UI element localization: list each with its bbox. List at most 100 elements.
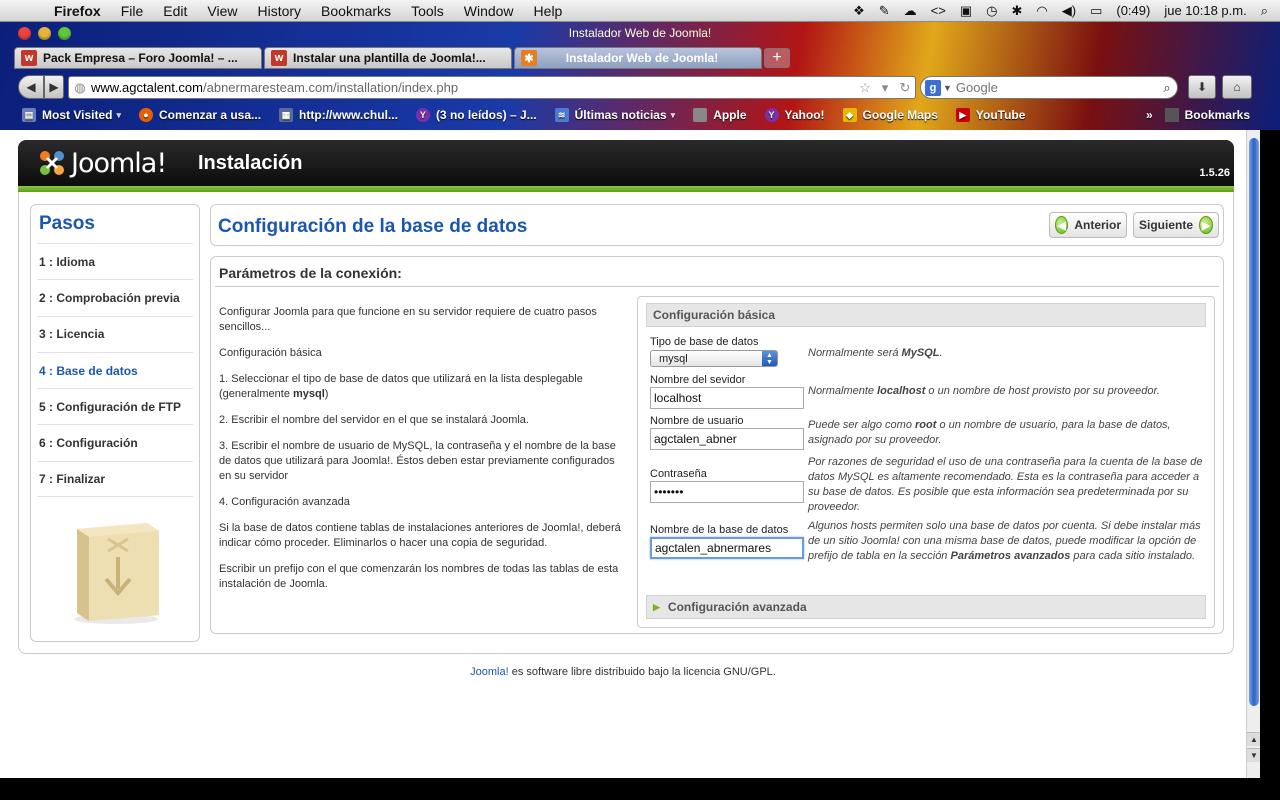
db-type-select[interactable]: mysql ▲ ▼ [650, 350, 778, 367]
bookmark-yahoo-mail[interactable]: Y (3 no leídos) – J... [415, 108, 537, 122]
tab-instalador-web[interactable]: ✱ Instalador Web de Joomla! [514, 47, 762, 69]
menu-firefox[interactable]: Firefox [44, 3, 111, 19]
anterior-button[interactable]: ◀ Anterior [1049, 212, 1127, 238]
browser-chrome: Instalador Web de Joomla! w Pack Empresa… [0, 22, 1280, 130]
bookmark-google-maps[interactable]: ◆ Google Maps [842, 108, 938, 122]
bookmark-chul[interactable]: ▦ http://www.chul... [279, 108, 398, 122]
anterior-label: Anterior [1074, 218, 1121, 232]
joomla-link[interactable]: Joomla! [470, 666, 509, 678]
siguiente-button[interactable]: Siguiente ▶ [1133, 212, 1219, 238]
bookmark-most-visited[interactable]: ▤ Most Visited ▾ [22, 108, 121, 122]
chevron-down-icon: ▾ [670, 109, 676, 120]
vertical-scrollbar[interactable]: ▲ ▼ [1246, 130, 1261, 778]
select-arrows-icon: ▲ ▼ [762, 351, 777, 366]
navigation-bar: ◀ ▶ ◍ www.agctalent.com/abnermaresteam.c… [0, 72, 1280, 102]
page-viewport: Joomla! Instalación 1.5.26 Pasos 1 : Idi… [0, 130, 1246, 778]
server-input[interactable] [650, 387, 804, 409]
tab-strip: w Pack Empresa – Foro Joomla! – ... w In… [0, 46, 1280, 70]
back-button[interactable]: ◀ [18, 75, 44, 99]
globe-icon[interactable]: ◍ [69, 80, 91, 96]
downloads-button[interactable]: ⬇ [1188, 75, 1216, 99]
box-icon[interactable]: ▣ [960, 3, 972, 19]
search-icon[interactable]: ⌕ [1157, 80, 1177, 96]
wifi-icon[interactable]: ◠ [1036, 3, 1047, 19]
help-bold: localhost [877, 385, 926, 397]
help-text: Normalmente será [808, 347, 902, 359]
username-label: Nombre de usuario [650, 415, 744, 427]
battery-icon[interactable]: ▭ [1090, 3, 1102, 19]
tab-instalar-plantilla[interactable]: w Instalar una plantilla de Joomla!... [264, 47, 512, 69]
menu-window[interactable]: Window [454, 3, 524, 19]
bookmark-ultimas-noticias[interactable]: ≋ Últimas noticias ▾ [554, 108, 676, 122]
connection-panel: Parámetros de la conexión: Configurar Jo… [210, 256, 1224, 634]
search-input[interactable] [955, 80, 1157, 95]
battery-time[interactable]: (0:49) [1116, 3, 1150, 18]
scroll-thumb[interactable] [1249, 138, 1259, 706]
bluetooth-icon[interactable]: ✱ [1011, 3, 1022, 19]
menu-file[interactable]: File [111, 3, 154, 19]
steps-sidebar: Pasos 1 : Idioma 2 : Comprobación previa… [30, 204, 200, 642]
bookmarks-menu[interactable]: » Bookmarks [1146, 104, 1250, 126]
bookmarks-folder-icon [1164, 108, 1179, 122]
menu-edit[interactable]: Edit [153, 3, 197, 19]
instruction-text: ) [324, 388, 329, 400]
bookmark-comenzar[interactable]: ● Comenzar a usa... [139, 108, 261, 122]
menu-help[interactable]: Help [524, 3, 573, 19]
instruction-previous-tables: Si la base de datos contiene tablas de i… [219, 522, 621, 549]
yahoo-icon: Y [764, 108, 779, 122]
step-comprobacion-previa: 2 : Comprobación previa [37, 279, 193, 315]
search-engine-dropdown-icon[interactable]: ▼ [943, 83, 952, 93]
bookmark-yahoo[interactable]: Y Yahoo! [764, 108, 825, 122]
password-input[interactable] [650, 481, 804, 503]
pen-icon[interactable]: ✎ [879, 3, 890, 19]
folder-icon: ▤ [22, 108, 36, 122]
new-tab-button[interactable]: + [764, 48, 790, 68]
url-host: www.agctalent.com [91, 80, 203, 95]
search-bar[interactable]: g ▼ ⌕ [920, 76, 1178, 99]
chevron-right-icon[interactable]: » [1146, 108, 1153, 122]
menu-tools[interactable]: Tools [401, 3, 454, 19]
page-title: Configuración de la base de datos [218, 216, 528, 237]
password-help: Por razones de seguridad el uso de una c… [808, 456, 1203, 513]
scroll-up-icon[interactable]: ▲ [1247, 732, 1261, 746]
scroll-down-icon[interactable]: ▼ [1247, 748, 1261, 762]
bookmark-apple[interactable]: Apple [693, 108, 747, 122]
google-icon[interactable]: g [925, 79, 941, 96]
bookmark-label: (3 no leídos) – J... [435, 108, 537, 122]
steps-list: 1 : Idioma 2 : Comprobación previa 3 : L… [37, 243, 193, 498]
reload-icon[interactable]: ↻ [895, 80, 915, 96]
forward-button[interactable]: ▶ [44, 75, 64, 99]
volume-icon[interactable]: ◀) [1062, 3, 1076, 19]
tab-pack-empresa[interactable]: w Pack Empresa – Foro Joomla! – ... [14, 47, 262, 69]
username-input[interactable] [650, 428, 804, 450]
dbname-help: Algunos hosts permiten solo una base de … [808, 519, 1208, 564]
cloud-icon[interactable]: ☁ [904, 3, 917, 19]
instruction-step-2: 2. Escribir el nombre del servidor en el… [219, 414, 529, 426]
dbname-input[interactable] [650, 537, 804, 559]
mac-menu-bar: Firefox File Edit View History Bookmarks… [0, 0, 1280, 22]
url-text[interactable]: www.agctalent.com/abnermaresteam.com/ins… [91, 80, 855, 95]
advanced-config-toggle[interactable]: ▶ Configuración avanzada [646, 595, 1206, 619]
window-titlebar[interactable]: Instalador Web de Joomla! [0, 22, 1280, 44]
url-bar[interactable]: ◍ www.agctalent.com/abnermaresteam.com/i… [68, 76, 916, 99]
spotlight-icon[interactable]: ⌕ [1261, 3, 1268, 19]
dbname-label: Nombre de la base de datos [650, 524, 789, 536]
basic-config-header: Configuración básica [646, 303, 1206, 327]
menu-history[interactable]: History [247, 3, 311, 19]
url-dropdown-icon[interactable]: ▾ [875, 80, 895, 96]
help-bold: MySQL [901, 347, 940, 359]
home-button[interactable]: ⌂ [1222, 75, 1252, 99]
code-icon[interactable]: <> [931, 3, 946, 18]
joomla-logo[interactable]: Joomla! [36, 147, 167, 179]
installation-title: Instalación [198, 152, 303, 174]
menubar-clock[interactable]: jue 10:18 p.m. [1164, 3, 1246, 18]
time-machine-icon[interactable]: ◷ [986, 3, 997, 19]
menu-view[interactable]: View [197, 3, 247, 19]
url-path: /abnermaresteam.com/installation/index.p… [203, 80, 459, 95]
menu-bookmarks[interactable]: Bookmarks [311, 3, 401, 19]
dropbox-icon[interactable]: ❖ [853, 3, 865, 19]
footer: Joomla! es software libre distribuido ba… [0, 666, 1246, 678]
bookmark-youtube[interactable]: ▶ YouTube [955, 108, 1025, 122]
instructions: Configurar Joomla para que funcione en s… [219, 305, 621, 603]
bookmark-star-icon[interactable]: ☆ [855, 80, 875, 96]
